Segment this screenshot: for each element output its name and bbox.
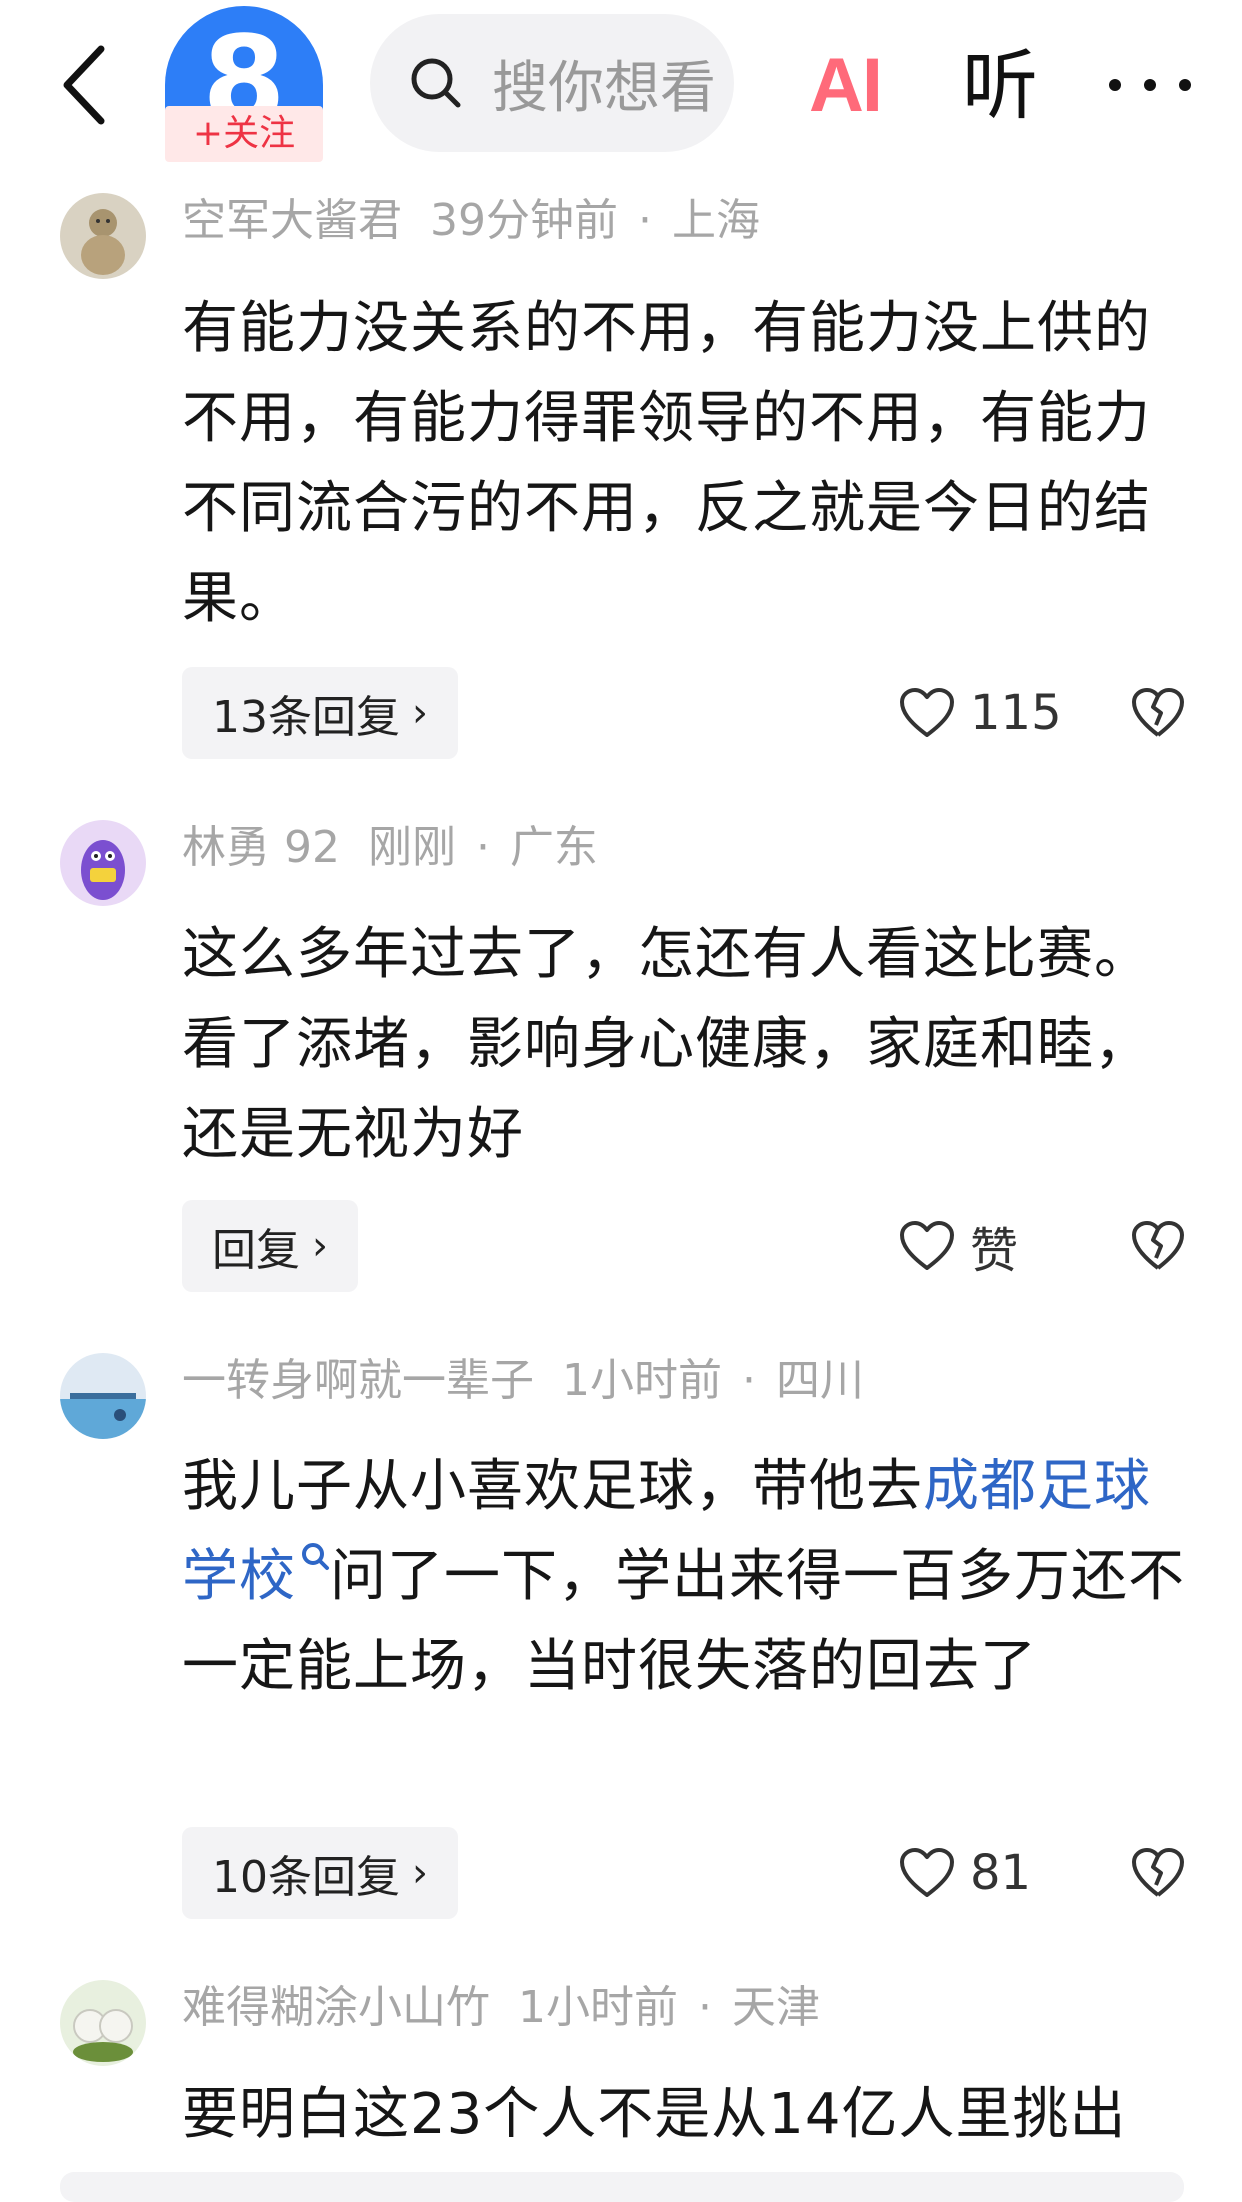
comment-meta: 林勇 92 刚刚 · 广东 — [182, 822, 598, 873]
comment-time: 1小时前 — [517, 1982, 678, 2033]
heart-icon — [900, 688, 954, 737]
comment-location: 四川 — [775, 1355, 864, 1406]
heart-icon — [900, 1848, 954, 1897]
user-avatar[interactable] — [60, 820, 146, 906]
like-button[interactable]: 115 — [898, 667, 1062, 759]
comment-location: 天津 — [731, 1982, 820, 2033]
reply-label: 10条回复 — [212, 1852, 400, 1903]
comment-text-before: 我儿子从小喜欢足球，带他去 — [182, 1454, 923, 1519]
heart-icon — [900, 1221, 954, 1270]
view-replies-button[interactable]: 10条回复 › — [182, 1827, 458, 1919]
comment-location: 广东 — [509, 822, 598, 873]
comment-meta: 难得糊涂小山竹 1小时前 · 天津 — [182, 1982, 820, 2033]
ai-label: AI — [809, 42, 883, 128]
chevron-right-icon: › — [412, 1850, 428, 1896]
chevron-left-icon — [63, 45, 105, 125]
like-count: 81 — [970, 1845, 1032, 1901]
back-button[interactable] — [44, 40, 124, 130]
mangosteen-avatar-icon — [60, 1980, 146, 2066]
comment-meta: 空军大酱君 39分钟前 · 上海 — [182, 195, 760, 246]
comment-username[interactable]: 一转身啊就一辈子 — [182, 1355, 534, 1406]
listen-button[interactable]: 听 — [950, 38, 1050, 134]
view-replies-button[interactable]: 13条回复 › — [182, 667, 458, 759]
like-button[interactable]: 81 — [898, 1827, 1031, 1919]
search-icon — [411, 58, 461, 108]
like-count: 115 — [970, 685, 1062, 741]
search-placeholder: 搜你想看 — [492, 55, 716, 121]
comment-text[interactable]: 我儿子从小喜欢足球，带他去成都足球学校 问了一下，学出来得一百多万还不一定能上场，… — [182, 1442, 1192, 1712]
broken-heart-icon — [1132, 688, 1184, 737]
more-button[interactable] — [1100, 40, 1200, 130]
chevron-right-icon: › — [412, 690, 428, 736]
reply-label: 13条回复 — [212, 692, 400, 743]
dislike-button[interactable] — [1128, 667, 1188, 759]
comment-username[interactable]: 林勇 92 — [182, 822, 340, 873]
reply-input-bar[interactable] — [60, 2172, 1184, 2202]
comment-location: 上海 — [671, 195, 760, 246]
comment-username[interactable]: 难得糊涂小山竹 — [182, 1982, 490, 2033]
landscape-avatar-icon — [60, 1353, 146, 1439]
dislike-button[interactable] — [1128, 1827, 1188, 1919]
comment-meta: 一转身啊就一辈子 1小时前 · 四川 — [182, 1355, 864, 1406]
search-link-icon — [302, 1543, 329, 1570]
user-avatar[interactable] — [60, 1353, 146, 1439]
comment-text[interactable]: 这么多年过去了，怎还有人看这比赛。看了添堵，影响身心健康，家庭和睦，还是无视为好 — [182, 910, 1192, 1180]
user-avatar[interactable] — [60, 1980, 146, 2066]
purple-character-avatar-icon — [60, 820, 146, 906]
broken-heart-icon — [1132, 1848, 1184, 1897]
reply-label: 回复 — [212, 1225, 300, 1276]
comment-text[interactable]: 有能力没关系的不用，有能力没上供的不用，有能力得罪领导的不用，有能力不同流合污的… — [182, 284, 1192, 644]
comment-time: 39分钟前 — [429, 195, 618, 246]
like-label: 赞 — [970, 1223, 1019, 1279]
author-avatar[interactable]: 8 +关注 — [165, 6, 323, 162]
top-bar: 8 +关注 搜你想看 AI 听 — [0, 0, 1242, 175]
comment-text[interactable]: 要明白这23个人不是从14亿人里挑出 — [182, 2070, 1232, 2160]
follow-button[interactable]: +关注 — [165, 106, 323, 162]
user-avatar[interactable] — [60, 193, 146, 279]
comment-username[interactable]: 空军大酱君 — [182, 195, 402, 246]
search-input[interactable]: 搜你想看 — [370, 14, 734, 152]
like-button[interactable]: 赞 — [898, 1200, 1018, 1292]
ai-button[interactable]: AI — [795, 40, 895, 130]
more-dots-icon — [1109, 79, 1191, 91]
comment-time: 1小时前 — [561, 1355, 722, 1406]
dog-avatar-icon — [60, 193, 146, 279]
broken-heart-icon — [1132, 1221, 1184, 1270]
comment-text-after: 问了一下，学出来得一百多万还不一定能上场，当时很失落的回去了 — [182, 1544, 1185, 1699]
reply-button[interactable]: 回复 › — [182, 1200, 358, 1292]
dislike-button[interactable] — [1128, 1200, 1188, 1292]
chevron-right-icon: › — [312, 1223, 328, 1269]
comment-time: 刚刚 — [367, 822, 456, 873]
